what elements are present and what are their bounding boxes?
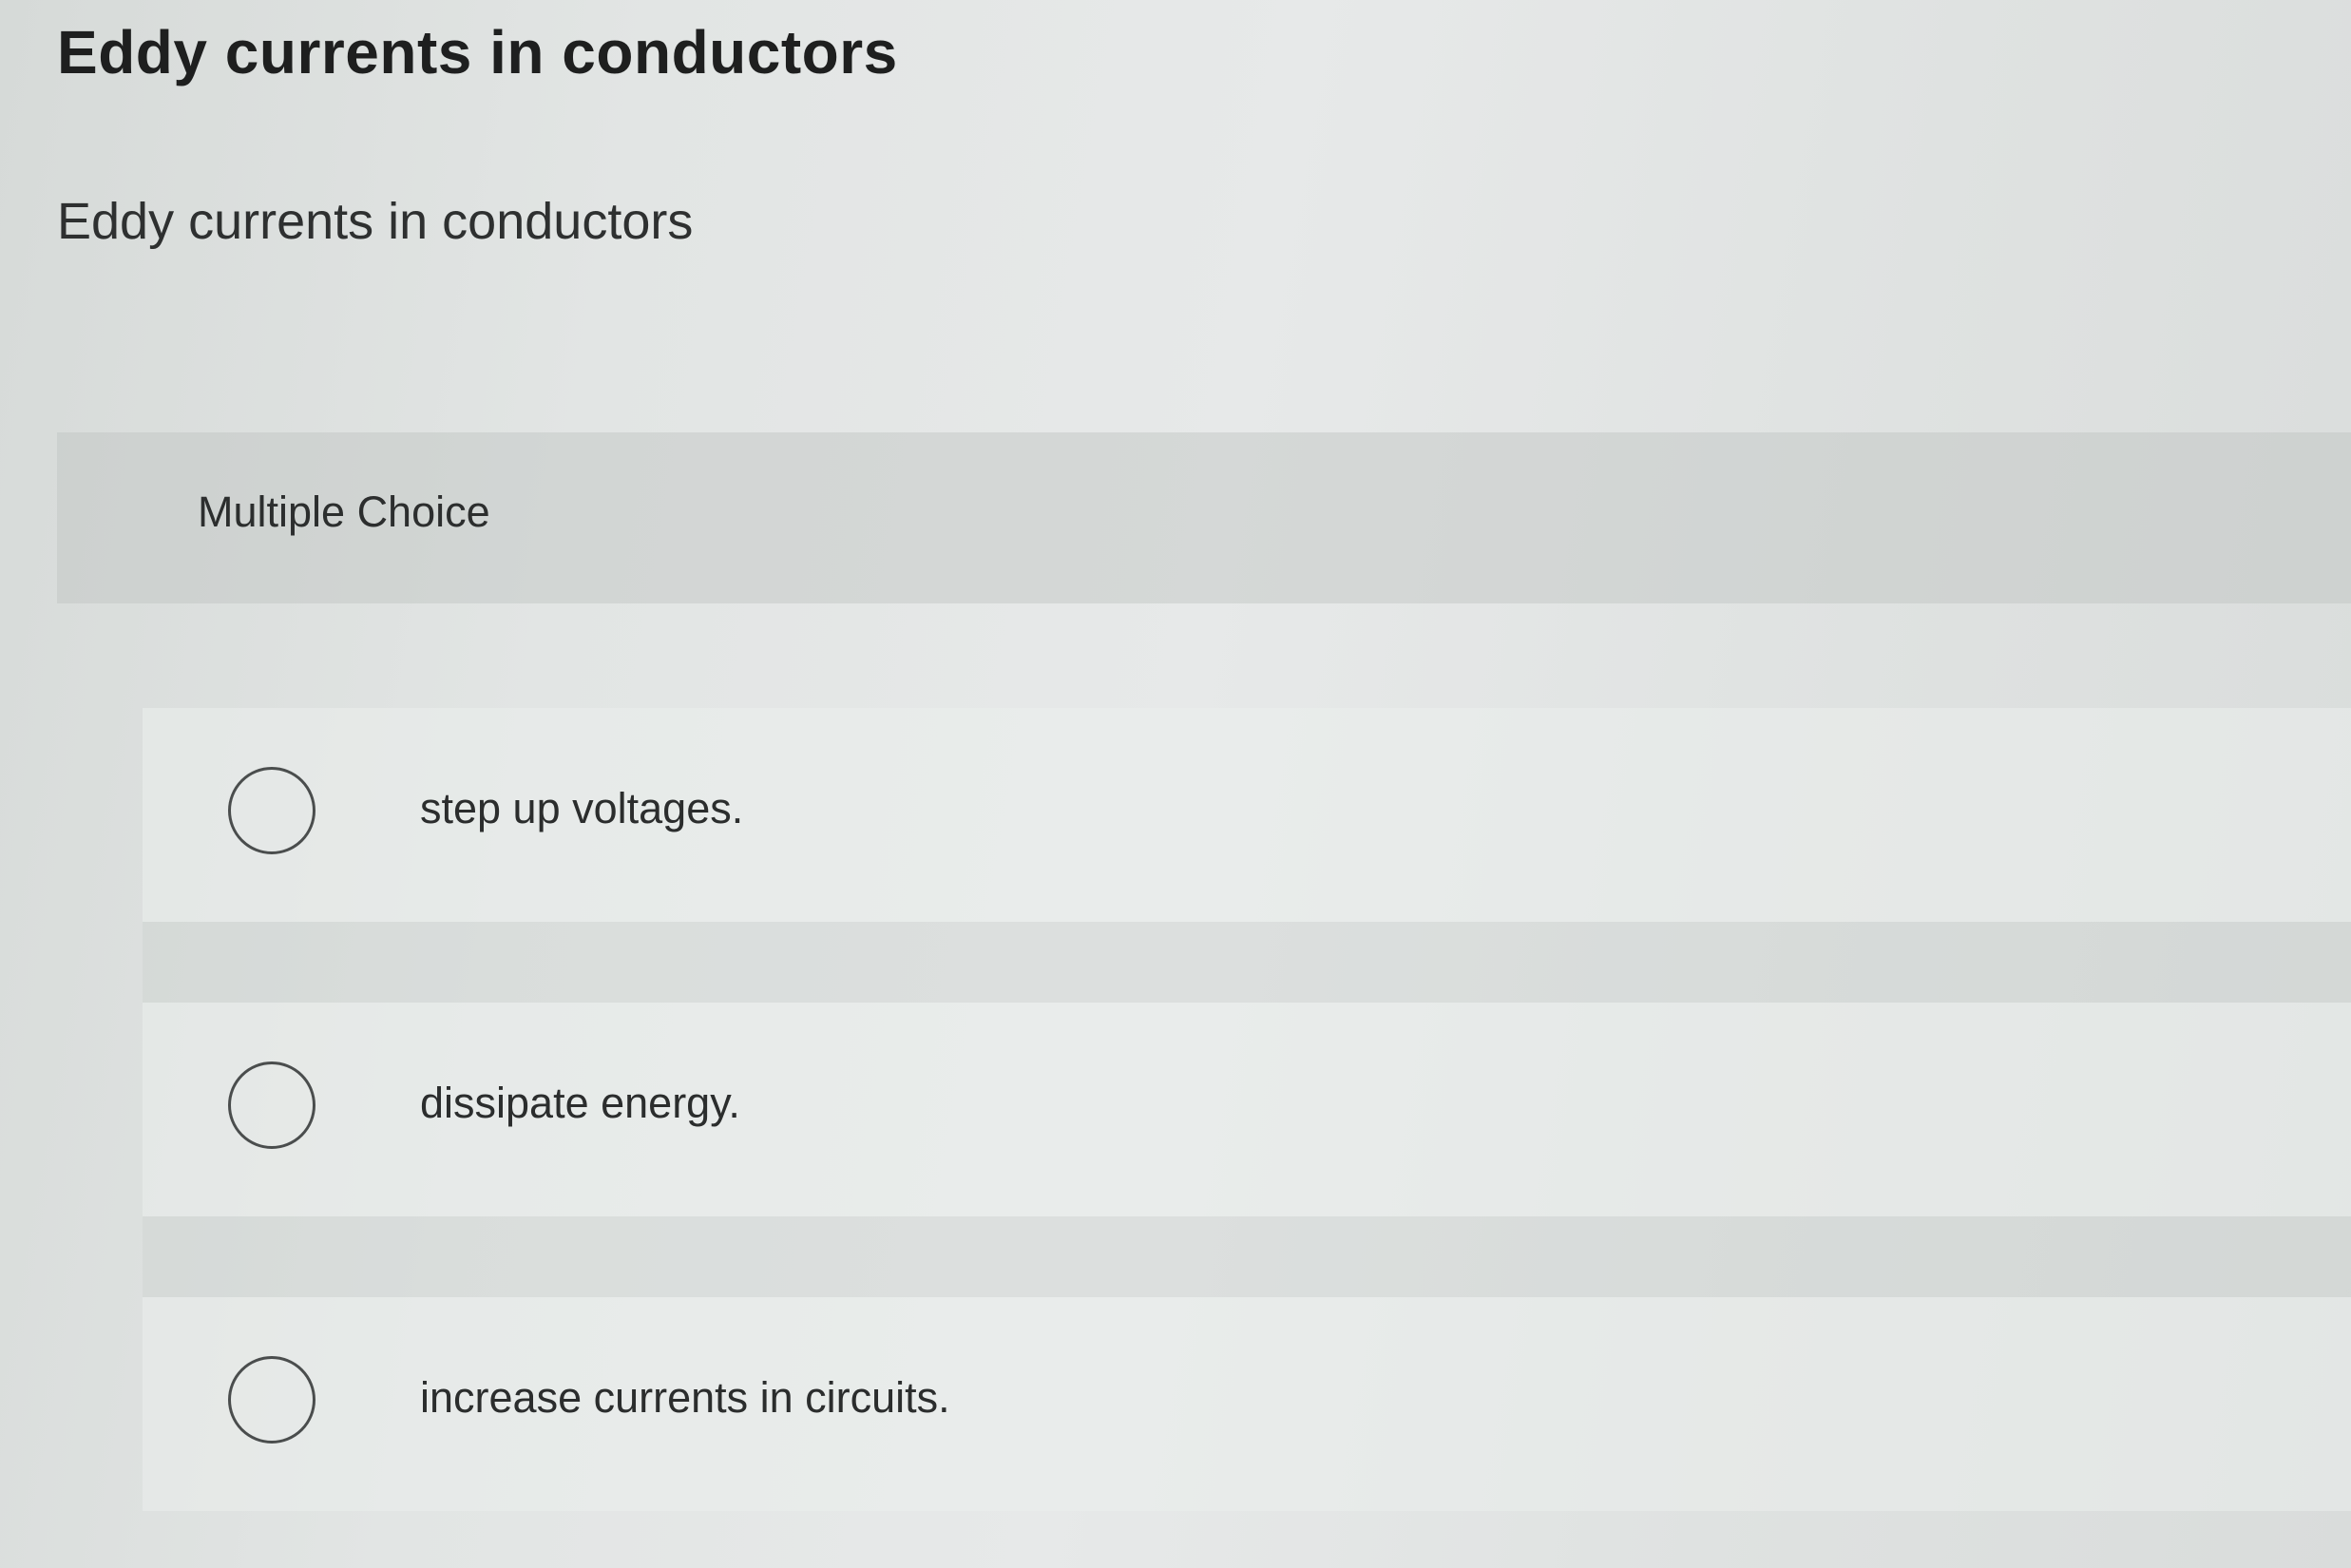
answer-options: step up voltages. dissipate energy. incr… [143, 708, 2351, 1511]
radio-button-1[interactable] [228, 767, 315, 854]
radio-button-3[interactable] [228, 1356, 315, 1444]
answer-option-label: increase currents in circuits. [420, 1373, 950, 1422]
answer-option-2[interactable]: dissipate energy. [143, 1003, 2351, 1216]
question-type-header: Multiple Choice [57, 432, 2351, 603]
answer-option-label: dissipate energy. [420, 1079, 740, 1127]
question-type-label: Multiple Choice [198, 488, 490, 536]
answer-option-label: step up voltages. [420, 784, 744, 832]
answer-option-1[interactable]: step up voltages. [143, 708, 2351, 922]
radio-button-2[interactable] [228, 1061, 315, 1149]
page-title: Eddy currents in conductors [57, 18, 898, 86]
answer-option-3[interactable]: increase currents in circuits. [143, 1297, 2351, 1511]
question-text: Eddy currents in conductors [57, 193, 694, 250]
